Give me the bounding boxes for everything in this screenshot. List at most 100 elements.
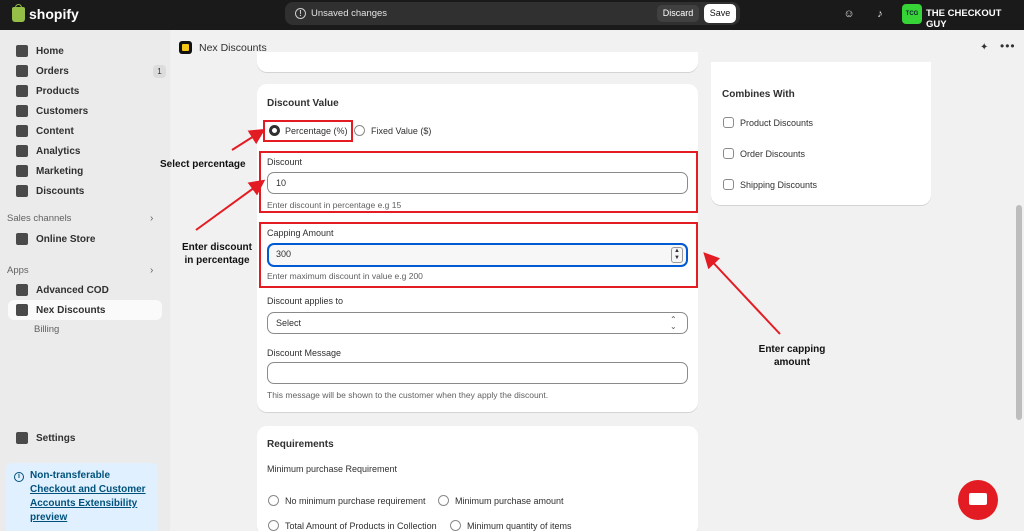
order-discounts-checkbox[interactable] (723, 148, 734, 159)
product-discounts-label[interactable]: Product Discounts (740, 118, 813, 128)
chevron-right-icon[interactable]: › (150, 265, 153, 276)
sidebar-item-label: Products (36, 85, 80, 97)
logo-text: shopify (29, 6, 79, 22)
sidebar-item-marketing[interactable]: Marketing (8, 162, 162, 180)
tag-icon (16, 85, 28, 97)
sidebar-item-label: Settings (36, 432, 76, 444)
notice-link[interactable]: Checkout and Customer Accounts Extensibi… (30, 484, 146, 523)
extensibility-notice: i Non-transferable Checkout and Customer… (6, 463, 158, 531)
shipping-discounts-checkbox[interactable] (723, 179, 734, 190)
min-amount-label[interactable]: Minimum purchase amount (455, 496, 564, 506)
discount-icon (16, 185, 28, 197)
info-icon: i (14, 472, 24, 482)
requirements-title: Requirements (267, 439, 334, 450)
sidebar: Home Orders 1 Products Customers Content … (0, 30, 170, 531)
sidebar-item-label: Advanced COD (36, 284, 109, 296)
apps-label[interactable]: Apps (7, 265, 29, 276)
minimum-requirement-label: Minimum purchase Requirement (267, 464, 398, 474)
min-quantity-label[interactable]: Minimum quantity of items (467, 521, 572, 531)
content-icon (16, 125, 28, 137)
annotation-box-discount (259, 151, 698, 213)
sidebar-item-label: Marketing (36, 165, 84, 177)
sidebar-item-billing[interactable]: Billing (34, 324, 59, 335)
sidekick-icon[interactable]: ☺ (842, 7, 856, 21)
pin-icon[interactable]: ✦ (980, 42, 988, 53)
person-icon (16, 105, 28, 117)
notice-text: Non-transferable Checkout and Customer A… (30, 469, 154, 525)
no-minimum-label[interactable]: No minimum purchase requirement (285, 496, 426, 506)
sidebar-item-online-store[interactable]: Online Store (8, 230, 162, 248)
shopify-bag-icon (12, 3, 25, 22)
gear-icon (16, 432, 28, 444)
sidebar-item-nex-discounts[interactable]: Nex Discounts (8, 300, 162, 320)
combines-with-title: Combines With (722, 89, 795, 100)
store-name[interactable]: THE CHECKOUT GUY (926, 8, 1024, 30)
info-icon: ! (295, 8, 306, 19)
discard-button[interactable]: Discard (657, 5, 699, 22)
sales-channels-label[interactable]: Sales channels (7, 213, 71, 224)
select-chevron-icon: ⌃ ⌄ (670, 315, 677, 331)
chat-icon[interactable] (958, 480, 998, 520)
sidebar-item-orders[interactable]: Orders 1 (8, 62, 166, 80)
product-discounts-checkbox[interactable] (723, 117, 734, 128)
discount-message-input[interactable] (267, 362, 688, 384)
sidebar-item-label: Home (36, 45, 64, 57)
sidebar-item-label: Orders (36, 65, 69, 77)
annotation-enter-discount: Enter discount in percentage (180, 241, 254, 267)
shopify-logo[interactable]: shopify (12, 3, 79, 22)
app-icon (16, 284, 28, 296)
app-icon (16, 304, 28, 316)
previous-card (257, 52, 698, 72)
collection-total-radio[interactable] (268, 520, 279, 531)
sidebar-item-label: Nex Discounts (36, 304, 106, 316)
order-discounts-label[interactable]: Order Discounts (740, 149, 805, 159)
save-button[interactable]: Save (704, 4, 736, 23)
annotation-enter-capping: Enter capping amount (754, 343, 830, 369)
annotation-box-capping (259, 222, 698, 288)
bell-icon[interactable]: ♪ (873, 7, 887, 21)
orders-count-badge: 1 (153, 64, 166, 78)
bar-chart-icon (16, 145, 28, 157)
sidebar-item-customers[interactable]: Customers (8, 102, 162, 120)
sidebar-item-content[interactable]: Content (8, 122, 162, 140)
arrow-discount (195, 179, 266, 231)
sidebar-item-discounts[interactable]: Discounts (8, 182, 162, 200)
sidebar-item-analytics[interactable]: Analytics (8, 142, 162, 160)
chevron-right-icon[interactable]: › (150, 213, 153, 224)
sidebar-item-label: Online Store (36, 233, 96, 245)
no-minimum-radio[interactable] (268, 495, 279, 506)
annotation-line: Enter capping (758, 344, 826, 355)
orders-icon (16, 65, 28, 77)
annotation-line: amount (773, 357, 811, 368)
store-icon (16, 233, 28, 245)
sidebar-item-label: Customers (36, 105, 89, 117)
home-icon (16, 45, 28, 57)
applies-to-select[interactable]: Select ⌃ ⌄ (267, 312, 688, 334)
annotation-line: in percentage (184, 255, 250, 266)
fixed-value-label[interactable]: Fixed Value ($) (371, 126, 431, 136)
min-amount-radio[interactable] (438, 495, 449, 506)
page-scrollbar[interactable] (1016, 205, 1022, 420)
applies-to-label: Discount applies to (267, 296, 344, 306)
collection-total-label[interactable]: Total Amount of Products in Collection (285, 521, 437, 531)
store-avatar[interactable]: TCG (902, 4, 922, 24)
shipping-discounts-label[interactable]: Shipping Discounts (740, 180, 817, 190)
fixed-value-radio[interactable] (354, 125, 365, 136)
sidebar-item-advanced-cod[interactable]: Advanced COD (8, 281, 162, 299)
applies-to-value: Select (276, 318, 302, 328)
notice-line: Non-transferable (30, 470, 111, 481)
sidebar-item-label: Analytics (36, 145, 81, 157)
target-icon (16, 165, 28, 177)
nex-discounts-app-icon (179, 41, 192, 54)
sidebar-item-settings[interactable]: Settings (8, 429, 162, 447)
unsaved-text: Unsaved changes (311, 8, 388, 19)
arrow-capping (703, 252, 781, 335)
sidebar-item-home[interactable]: Home (8, 42, 162, 60)
combines-with-card: Combines With Product Discounts Order Di… (711, 62, 931, 205)
more-icon[interactable]: ••• (1000, 39, 1016, 53)
annotation-select-percentage: Select percentage (160, 159, 246, 170)
top-bar: shopify ! Unsaved changes Discard Save ☺… (0, 0, 1024, 30)
discount-value-title: Discount Value (267, 98, 339, 109)
sidebar-item-products[interactable]: Products (8, 82, 162, 100)
min-quantity-radio[interactable] (450, 520, 461, 531)
